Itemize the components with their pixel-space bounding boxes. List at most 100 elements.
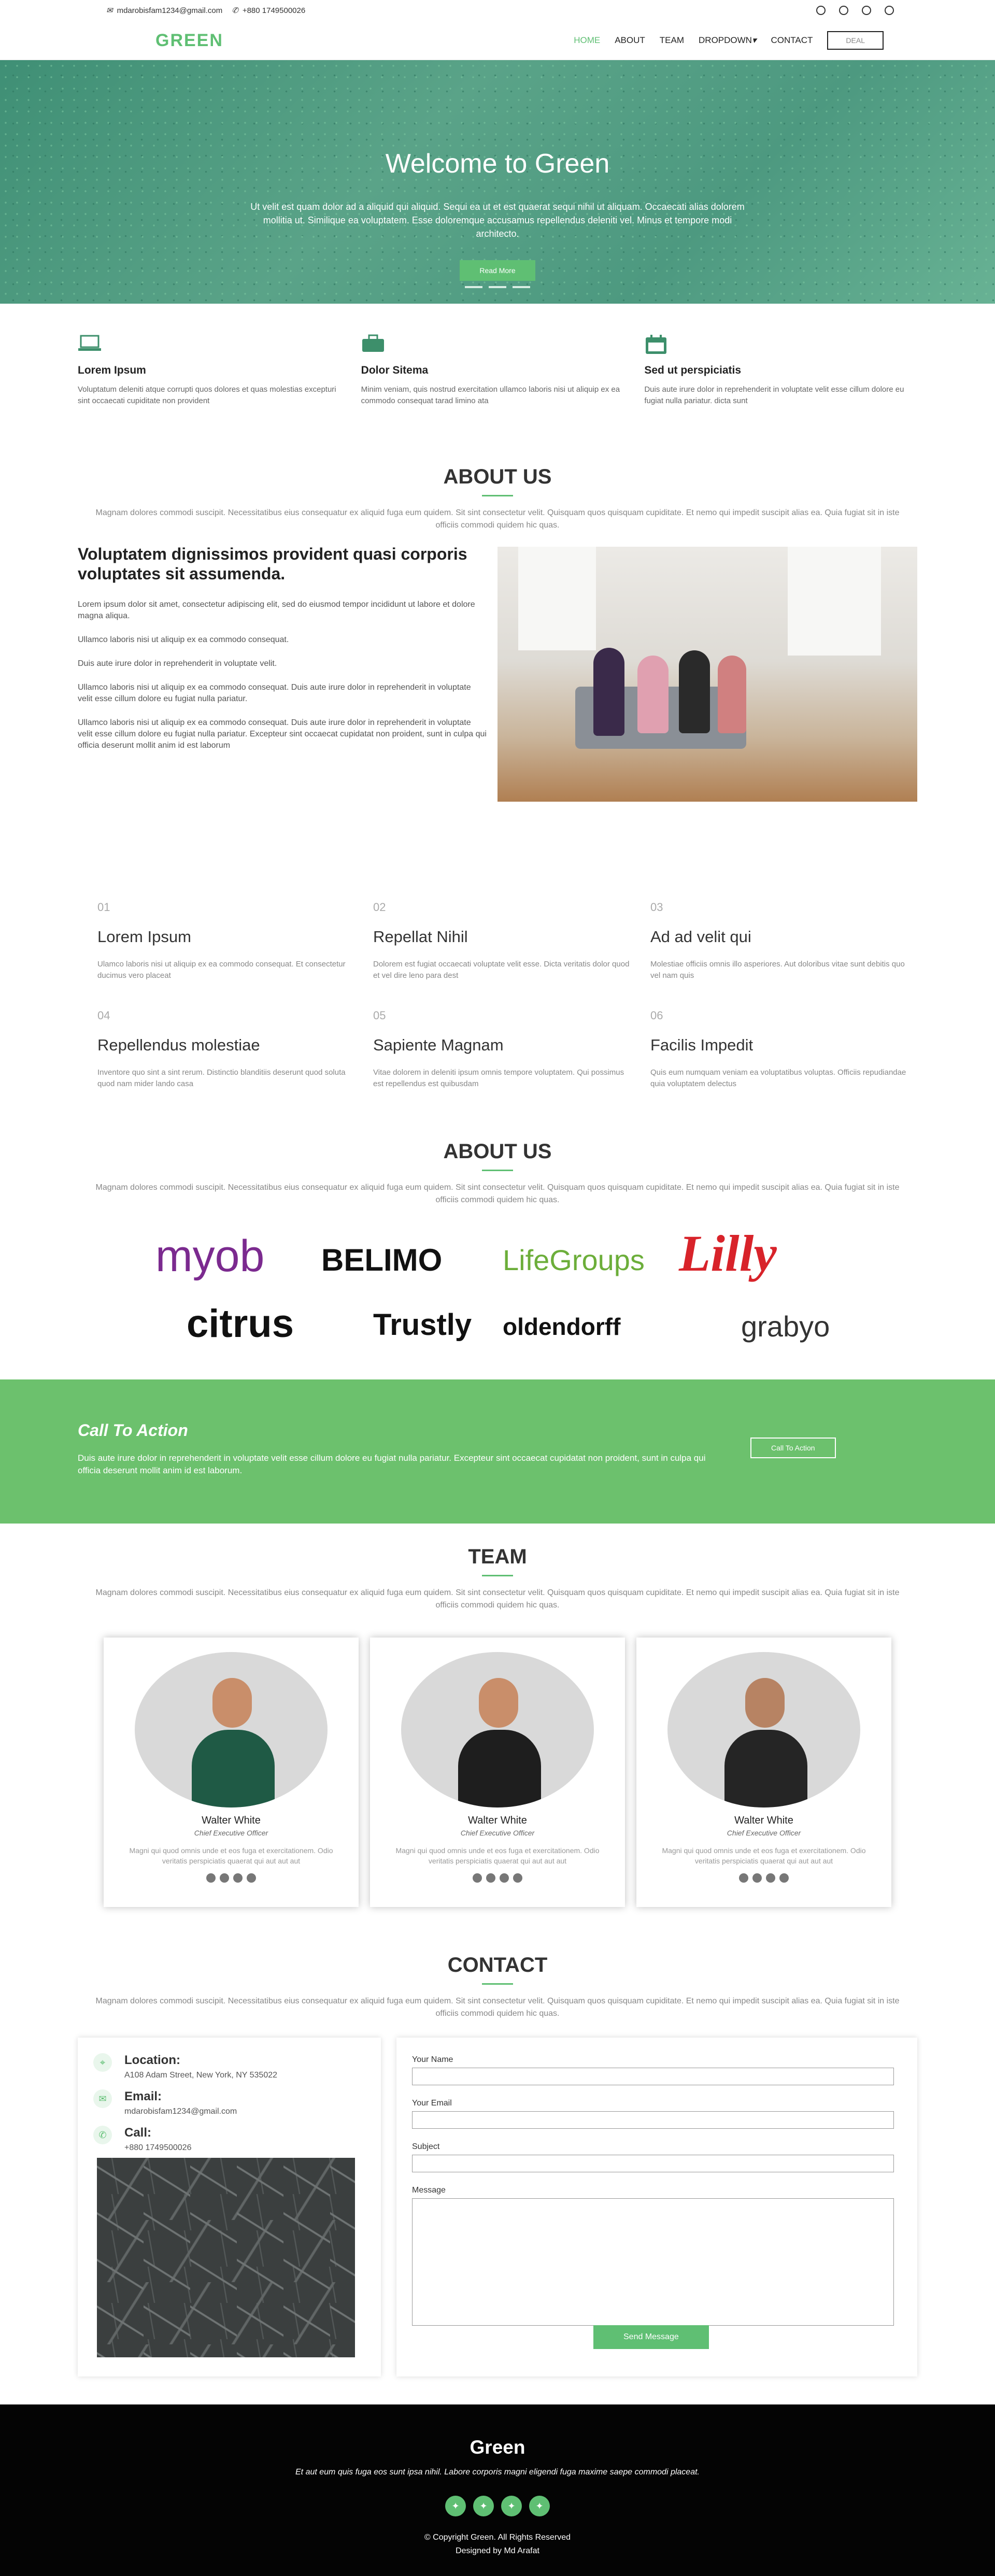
stat-text: Dolorem est fugiat occaecati voluptate v… [373,960,630,980]
title-underline [482,1983,513,1985]
stat-title: Ad ad velit qui [650,928,751,946]
envelope-icon: ✉ [93,2089,112,2108]
person [637,656,669,733]
info-label: Email: [124,2089,162,2103]
twitter-icon[interactable]: ✦ [445,2496,466,2516]
facebook-icon[interactable] [486,1873,495,1883]
stat-number: 01 [97,901,110,914]
contact-section-header: CONTACT Magnam dolores commodi suscipit.… [0,1954,995,2020]
section-subtitle: Magnam dolores commodi suscipit. Necessi… [95,1183,900,1204]
deal-button[interactable]: DEAL [827,31,884,50]
phone-icon: ✆ [232,6,238,15]
title-underline [482,1170,513,1171]
member-bio: Magni qui quod omnis unde et eos fuga et… [662,1846,866,1865]
read-more-button[interactable]: Read More [460,260,535,281]
client-logo[interactable]: citrus [187,1301,294,1346]
client-logo[interactable]: Trustly [373,1307,472,1342]
nav-contact[interactable]: CONTACT [771,35,813,46]
twitter-icon[interactable] [739,1873,748,1883]
name-field[interactable] [412,2068,894,2085]
person [718,656,746,733]
email-field[interactable] [412,2111,894,2129]
calendar-icon [644,334,669,355]
instagram-icon[interactable] [233,1873,243,1883]
info-value[interactable]: +880 1749500026 [124,2143,191,2153]
contact-location: ⌖ Location: A108 Adam Street, New York, NY… [93,2053,365,2080]
person [679,650,710,733]
nav-team[interactable]: TEAM [660,35,684,46]
stat-number: 04 [97,1009,110,1022]
client-logo[interactable]: LifeGroups [503,1243,645,1277]
linkedin-icon[interactable] [513,1873,522,1883]
message-field[interactable] [412,2198,894,2326]
subject-field[interactable] [412,2155,894,2172]
person [593,648,624,736]
carousel-dot[interactable] [489,286,506,288]
map-embed[interactable] [97,2158,355,2357]
logo[interactable]: GREEN [155,31,223,51]
linkedin-icon[interactable] [779,1873,789,1883]
member-name: Walter White [734,1815,793,1826]
feature-text: Voluptatum deleniti atque corrupti quos … [78,385,336,405]
stat-text: Quis eum numquam veniam ea voluptatibus … [650,1068,906,1088]
facebook-icon[interactable] [752,1873,762,1883]
member-bio: Magni qui quod omnis unde et eos fuga et… [129,1846,333,1865]
name-label: Your Name [412,2055,453,2064]
instagram-icon[interactable]: ✦ [501,2496,522,2516]
twitter-icon[interactable] [816,6,826,15]
stat-item: 06 Facilis Impedit Quis eum numquam veniam… [650,1009,909,1090]
topbar-email[interactable]: ✉ mdarobisfam1234@gmail.com [106,6,222,16]
stat-item: 05 Sapiente Magnam Vitae dolorem in deleni… [373,1009,632,1090]
stat-item: 03 Ad ad velit qui Molestiae officiis omni… [650,901,909,981]
cta-button[interactable]: Call To Action [750,1438,836,1458]
member-bio: Magni qui quod omnis unde et eos fuga et… [395,1846,600,1865]
facebook-icon[interactable] [839,6,848,15]
client-logo[interactable]: Lilly [679,1223,777,1283]
linkedin-icon[interactable]: ✦ [529,2496,550,2516]
email-label: Your Email [412,2099,452,2108]
carousel-dot[interactable] [513,286,530,288]
facebook-icon[interactable]: ✦ [473,2496,494,2516]
linkedin-icon[interactable] [885,6,894,15]
topbar: ✉ mdarobisfam1234@gmail.com ✆ +880 1749500… [0,0,995,21]
section-subtitle: Magnam dolores commodi suscipit. Necessi… [95,1997,900,2018]
send-message-button[interactable]: Send Message [593,2325,709,2349]
instagram-icon[interactable] [500,1873,509,1883]
footer: Green Et aut eum quis fuga eos sunt ipsa… [0,2404,995,2576]
stat-number: 02 [373,901,386,914]
team-card: Walter White Chief Executive Officer Mag… [636,1638,891,1907]
linkedin-icon[interactable] [247,1873,256,1883]
member-name: Walter White [202,1815,261,1826]
client-logo[interactable]: BELIMO [321,1242,442,1278]
topbar-phone[interactable]: ✆ +880 1749500026 [232,6,305,16]
twitter-icon[interactable] [473,1873,482,1883]
nav-about[interactable]: ABOUT [615,35,645,46]
envelope-icon: ✉ [106,6,113,15]
instagram-icon[interactable] [862,6,871,15]
contact-call: ✆ Call: +880 1749500026 [93,2126,365,2153]
stat-text: Ulamco laboris nisi ut aliquip ex ea com… [97,960,346,980]
facebook-icon[interactable] [220,1873,229,1883]
client-logo[interactable]: oldendorff [503,1313,620,1341]
about-content: Voluptatem dignissimos provident quasi c… [78,544,487,764]
message-label: Message [412,2186,446,2195]
carousel-dot[interactable] [465,286,482,288]
nav-home[interactable]: HOME [574,35,600,46]
laptop-icon [78,334,103,355]
member-social [104,1873,359,1883]
info-value: A108 Adam Street, New York, NY 535022 [124,2071,278,2080]
stat-title: Facilis Impedit [650,1036,754,1054]
footer-social: ✦ ✦ ✦ ✦ [0,2496,995,2516]
info-value[interactable]: mdarobisfam1234@gmail.com [124,2107,237,2116]
copyright: © Copyright Green. All Rights Reserved [424,2533,571,2542]
nav-dropdown[interactable]: DROPDOWN▾ [699,35,757,46]
twitter-icon[interactable] [206,1873,216,1883]
about-section-header: ABOUT US Magnam dolores commodi suscipit… [0,465,995,532]
window [518,547,596,650]
client-logo[interactable]: myob [155,1231,264,1282]
team-card: Walter White Chief Executive Officer Mag… [104,1638,359,1907]
instagram-icon[interactable] [766,1873,775,1883]
stat-title: Lorem Ipsum [97,928,191,946]
avatar [667,1652,860,1808]
client-logo[interactable]: grabyo [741,1310,830,1343]
